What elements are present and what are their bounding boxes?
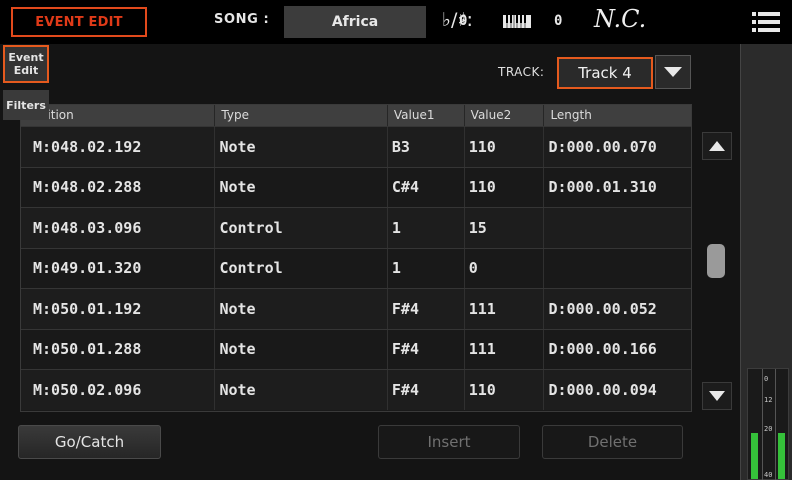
hamburger-menu-icon[interactable]	[752, 11, 780, 33]
cell-value1[interactable]: F#4	[388, 370, 465, 410]
chevron-down-icon	[664, 67, 682, 77]
tab-event-edit-label-1: Event	[8, 51, 44, 64]
cell-value1[interactable]: C#4	[388, 167, 465, 207]
meter-scale: 0 12 20 40	[762, 369, 776, 480]
cell-length[interactable]: D:000.00.094	[544, 370, 691, 410]
transpose-value: 0	[554, 13, 563, 29]
cell-length[interactable]: D:000.00.070	[544, 127, 691, 167]
cell-type[interactable]: Note	[215, 289, 388, 329]
top-bar: EVENT EDIT SONG : Africa ♭/♯: 0 0 N.C.	[0, 0, 792, 44]
table-body: M:048.02.192 Note B3 110 D:000.00.070 M:048.0…	[21, 126, 691, 410]
go-catch-button[interactable]: Go/Catch	[18, 425, 161, 459]
flat-sharp-value: 0	[459, 13, 468, 29]
column-header-type: Type	[215, 105, 388, 126]
cell-value2[interactable]: 111	[465, 289, 545, 329]
cell-type[interactable]: Control	[215, 208, 388, 248]
arrow-down-icon	[709, 391, 725, 401]
level-meter: 0 12 20 40	[747, 368, 789, 480]
meter-bar-right	[778, 433, 785, 479]
cell-value1[interactable]: 1	[388, 248, 465, 288]
scroll-thumb[interactable]	[707, 244, 725, 278]
cell-value2[interactable]: 110	[465, 127, 545, 167]
column-header-position: Position	[21, 105, 216, 126]
table-row[interactable]: M:050.01.192 Note F#4 111 D:000.00.052	[21, 288, 691, 329]
table-row[interactable]: M:048.02.288 Note C#4 110 D:000.01.310	[21, 166, 691, 208]
tab-event-edit-label-2: Edit	[13, 64, 39, 77]
cell-position[interactable]: M:050.02.096	[21, 370, 216, 410]
cell-position[interactable]: M:048.02.192	[21, 127, 216, 167]
cell-position[interactable]: M:048.02.288	[21, 167, 216, 207]
cell-value2[interactable]: 110	[465, 370, 545, 410]
cell-value1[interactable]: 1	[388, 208, 465, 248]
flat-sharp-label: ♭/♯:	[442, 9, 473, 31]
cell-position[interactable]: M:049.01.320	[21, 248, 216, 288]
table-row[interactable]: M:048.03.096 Control 1 15	[21, 207, 691, 248]
cell-type[interactable]: Note	[215, 127, 388, 167]
meter-tick: 0	[764, 375, 769, 383]
track-selector[interactable]: Track 4	[557, 57, 653, 89]
scroll-down-button[interactable]	[702, 382, 732, 410]
page-title: EVENT EDIT	[11, 7, 147, 37]
cell-type[interactable]: Note	[215, 167, 388, 207]
column-header-value2: Value2	[465, 105, 545, 126]
cell-length[interactable]: D:000.00.166	[544, 330, 691, 370]
cell-value1[interactable]: B3	[388, 127, 465, 167]
column-header-value1: Value1	[388, 105, 465, 126]
cell-value2[interactable]: 110	[465, 167, 545, 207]
scroll-up-button[interactable]	[702, 132, 732, 160]
table-header: Position Type Value1 Value2 Length	[21, 105, 691, 126]
track-dropdown-button[interactable]	[655, 55, 691, 89]
chord-display: N.C.	[594, 5, 647, 33]
cell-type[interactable]: Control	[215, 248, 388, 288]
table-row[interactable]: M:048.02.192 Note B3 110 D:000.00.070	[21, 126, 691, 167]
meter-tick: 20	[764, 425, 773, 433]
meter-tick: 40	[764, 471, 773, 479]
cell-value2[interactable]: 15	[465, 208, 545, 248]
table-row[interactable]: M:050.01.288 Note F#4 111 D:000.00.166	[21, 328, 691, 370]
cell-position[interactable]: M:050.01.288	[21, 329, 216, 369]
tab-event-edit[interactable]: Event Edit	[3, 45, 49, 83]
column-header-length: Length	[550, 108, 592, 122]
cell-position[interactable]: M:048.03.096	[21, 208, 216, 248]
track-label: TRACK:	[498, 65, 545, 79]
cell-position[interactable]: M:050.01.192	[21, 289, 216, 329]
song-name-field[interactable]: Africa	[284, 6, 426, 38]
tab-filters[interactable]: Filters	[3, 90, 49, 120]
meter-bar-left	[751, 433, 758, 479]
cell-length[interactable]: D:000.00.052	[544, 289, 691, 329]
cell-length[interactable]: D:000.01.310	[544, 168, 691, 208]
cell-type[interactable]: Note	[215, 370, 388, 410]
event-table: Position Type Value1 Value2 Length M:048…	[20, 104, 692, 412]
scrollbar	[694, 124, 738, 412]
cell-value1[interactable]: F#4	[388, 289, 465, 329]
cell-length[interactable]	[544, 249, 691, 289]
song-label: SONG :	[214, 12, 270, 27]
table-row[interactable]: M:050.02.096 Note F#4 110 D:000.00.094	[21, 369, 691, 410]
cell-value1[interactable]: F#4	[388, 329, 465, 369]
cell-length[interactable]	[544, 208, 691, 248]
meter-tick: 12	[764, 396, 773, 404]
insert-button[interactable]: Insert	[378, 425, 520, 459]
delete-button[interactable]: Delete	[542, 425, 683, 459]
arrow-up-icon	[709, 141, 725, 151]
cell-type[interactable]: Note	[215, 329, 388, 369]
keyboard-icon	[503, 15, 531, 28]
table-row[interactable]: M:049.01.320 Control 1 0	[21, 247, 691, 289]
cell-value2[interactable]: 0	[465, 248, 545, 288]
cell-value2[interactable]: 111	[465, 329, 545, 369]
